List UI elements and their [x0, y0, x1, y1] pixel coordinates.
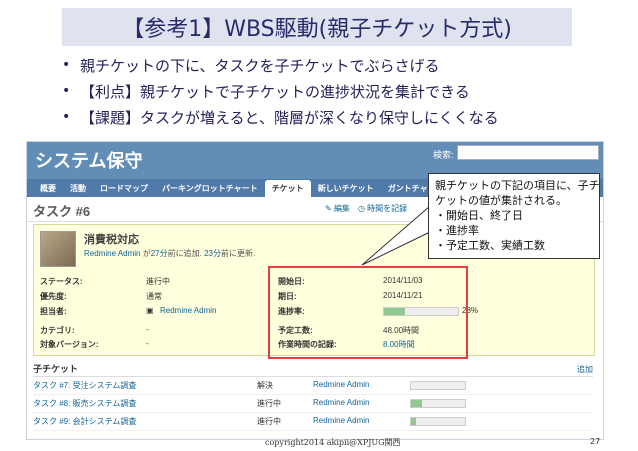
subtask-status: 進行中 — [257, 417, 281, 426]
assignee-value[interactable]: Redmine Admin — [160, 306, 216, 315]
tab-parking-lot-chart[interactable]: パーキングロットチャート — [155, 180, 265, 197]
subtask-link[interactable]: タスク #7: 受注システム調査 — [33, 380, 136, 391]
author-text-2: 前に追加. — [167, 249, 205, 258]
table-row: タスク #8: 販売システム調査 進行中 Redmine Admin — [33, 395, 593, 413]
log-time-label: 時間を記録 — [367, 204, 408, 213]
add-subtask-link[interactable]: 追加 — [577, 364, 593, 375]
subtask-link[interactable]: タスク #9: 会計システム調査 — [33, 416, 136, 427]
category-label: カテゴリ: — [40, 326, 75, 335]
bullet-item: • 親チケットの下に、タスクを子チケットでぶらさげる — [62, 52, 499, 78]
bullet-text: 親チケットの下に、タスクを子チケットでぶらさげる — [80, 56, 440, 75]
search-label: 検索: — [433, 150, 454, 160]
bullet-item: • 【利点】親チケットで子チケットの進捗状況を集計できる — [62, 78, 499, 104]
table-row: タスク #9: 会計システム調査 進行中 Redmine Admin — [33, 413, 593, 431]
pencil-icon: ✎ — [325, 204, 332, 213]
issue-author-line: Redmine Admin が27分前に追加. 23分前に更新. — [84, 248, 255, 259]
updated-ago-link[interactable]: 23分 — [204, 249, 221, 258]
bullet-text: 【利点】親チケットで子チケットの進捗状況を集計できる — [80, 82, 470, 101]
priority-label: 優先度: — [40, 292, 67, 301]
bullet-mark: • — [62, 83, 71, 99]
slide-title: 【参考1】WBS駆動(親子チケット方式) — [62, 8, 572, 46]
edit-link-label: 編集 — [333, 204, 350, 213]
subtask-assignee[interactable]: Redmine Admin — [313, 380, 369, 389]
author-text-3: 前に更新. — [220, 249, 256, 258]
table-row: タスク #7: 受注システム調査 解決 Redmine Admin — [33, 377, 593, 395]
tab-new-issue[interactable]: 新しいチケット — [311, 180, 381, 197]
user-icon: ▣ — [146, 306, 154, 315]
version-value: - — [146, 339, 149, 348]
bullet-mark: • — [62, 57, 71, 73]
version-label: 対象バージョン: — [40, 340, 99, 349]
issue-title: タスク #6 — [33, 204, 91, 219]
subtasks-section: 子チケット 追加 タスク #7: 受注システム調査 解決 Redmine Adm… — [33, 362, 593, 431]
aggregated-fields-highlight — [268, 266, 468, 359]
avatar — [40, 231, 76, 267]
callout-line: ・予定工数、実績工数 — [435, 239, 545, 252]
subtask-progress-bar — [410, 381, 466, 390]
bullet-item: • 【課題】タスクが増えると、階層が深くなり保守しにくくなる — [62, 104, 499, 130]
author-link[interactable]: Redmine Admin — [84, 249, 140, 258]
subtask-progress-bar — [410, 399, 466, 408]
subtask-progress-fill — [411, 400, 422, 407]
callout-line: ・開始日、終了日 — [435, 209, 523, 222]
bullet-mark: • — [62, 109, 71, 125]
subtask-progress-fill — [411, 418, 417, 425]
priority-value: 通常 — [146, 292, 162, 301]
page-number: 27 — [590, 437, 601, 446]
tab-roadmap[interactable]: ロードマップ — [93, 180, 155, 197]
project-title: システム保守 — [35, 151, 143, 171]
bullet-text: 【課題】タスクが増えると、階層が深くなり保守しにくくなる — [80, 108, 499, 127]
subtasks-heading: 子チケット 追加 — [33, 362, 593, 377]
subtask-assignee[interactable]: Redmine Admin — [313, 416, 369, 425]
issue-actions: ✎ 編集 ◷ 時間を記録 — [325, 203, 407, 214]
category-value: - — [146, 325, 149, 334]
log-time-link[interactable]: ◷ 時間を記録 — [358, 203, 407, 214]
slide-title-text: 【参考1】WBS駆動(親子チケット方式) — [122, 17, 512, 42]
copyright-footer: copyright2014 akipii@XPJUG関西 — [265, 438, 401, 447]
tab-issues[interactable]: チケット — [264, 180, 311, 197]
subtask-status: 進行中 — [257, 399, 281, 408]
status-label: ステータス: — [40, 277, 83, 286]
callout-line: ・進捗率 — [435, 224, 479, 237]
subtask-assignee[interactable]: Redmine Admin — [313, 398, 369, 407]
search-input[interactable] — [457, 145, 599, 160]
subtask-status: 解決 — [257, 381, 273, 390]
status-value: 進行中 — [146, 277, 170, 286]
added-ago-link[interactable]: 27分 — [151, 249, 168, 258]
bullet-list: • 親チケットの下に、タスクを子チケットでぶらさげる • 【利点】親チケットで子… — [62, 52, 499, 130]
subtask-link[interactable]: タスク #8: 販売システム調査 — [33, 398, 136, 409]
tab-activity[interactable]: 活動 — [63, 180, 93, 197]
assignee-label: 担当者: — [40, 307, 67, 316]
subtasks-title: 子チケット — [33, 364, 79, 374]
author-text-1: が — [140, 249, 151, 258]
edit-link[interactable]: ✎ 編集 — [325, 203, 350, 214]
callout-note: 親チケットの下記の項目に、子チ ケットの値が集計される。 ・開始日、終了日 ・進… — [428, 173, 600, 259]
callout-line: ケットの値が集計される。 — [435, 194, 567, 207]
subtask-progress-bar — [410, 417, 466, 426]
clock-icon: ◷ — [357, 204, 365, 213]
issue-subject: 消費税対応 — [84, 234, 139, 246]
tab-overview[interactable]: 概要 — [33, 180, 63, 197]
callout-line: 親チケットの下記の項目に、子チ — [435, 179, 600, 192]
